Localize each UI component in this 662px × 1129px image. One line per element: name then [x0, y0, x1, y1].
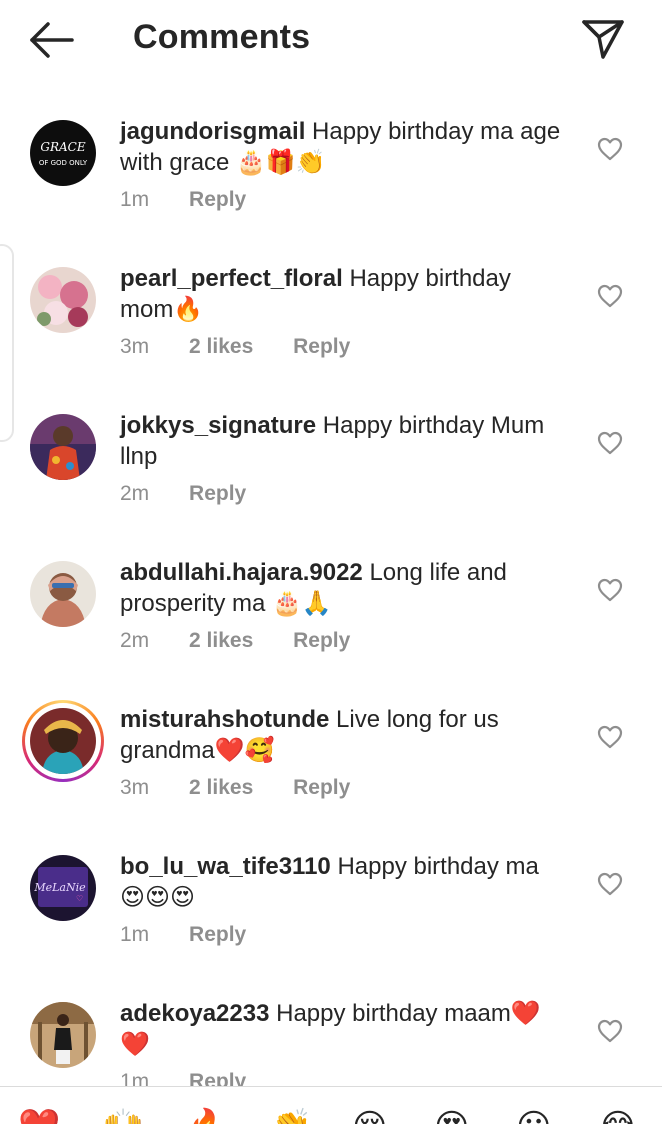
reaction-clapping-hands[interactable]: 👏 — [270, 1107, 312, 1124]
avatar-image — [30, 561, 96, 627]
reply-button[interactable]: Reply — [189, 482, 246, 505]
like-comment-button[interactable] — [597, 578, 623, 602]
avatar-logo-text: MeLaNie — [33, 881, 86, 894]
avatar[interactable] — [30, 414, 96, 480]
reply-button[interactable]: Reply — [293, 776, 350, 799]
comment-time: 2m — [120, 629, 150, 652]
avatar-image: MeLaNie ♡ — [30, 855, 96, 921]
heart-outline-icon — [597, 578, 623, 602]
comment-text: bo_lu_wa_tife3110 Happy birthday ma 😍😍😍 — [120, 851, 570, 913]
comment-time: 2m — [120, 482, 150, 505]
reply-button[interactable]: Reply — [293, 629, 350, 652]
like-comment-button[interactable] — [597, 872, 623, 896]
comment-username[interactable]: misturahshotunde — [120, 706, 329, 733]
comment-time: 3m — [120, 335, 150, 358]
comment-meta: 1m Reply — [120, 188, 280, 212]
comment-username[interactable]: pearl_perfect_floral — [120, 265, 343, 292]
comment-item: GRACE OF GOD ONLY jagundorisgmail Happy … — [0, 100, 662, 247]
comment-username[interactable]: abdullahi.hajara.9022 — [120, 559, 363, 586]
paper-plane-icon — [582, 20, 624, 59]
reaction-raising-hands[interactable]: 🙌 — [102, 1107, 144, 1124]
avatar[interactable] — [30, 561, 96, 627]
like-comment-button[interactable] — [597, 431, 623, 455]
comment-text: pearl_perfect_floral Happy birthday mom🔥 — [120, 263, 570, 325]
comment-time: 1m — [120, 923, 150, 946]
page-title: Comments — [133, 18, 311, 56]
comment-item: misturahshotunde Live long for us grandm… — [0, 688, 662, 835]
comment-time: 3m — [120, 776, 150, 799]
comment-item: abdullahi.hajara.9022 Long life and pros… — [0, 541, 662, 688]
heart-outline-icon — [597, 137, 623, 161]
avatar-image — [30, 708, 96, 774]
reaction-surprised-face[interactable]: 😮 — [516, 1107, 551, 1124]
comment-likes[interactable]: 2 likes — [189, 335, 253, 358]
reply-button[interactable]: Reply — [189, 923, 246, 946]
comment-text: jagundorisgmail Happy birthday ma age wi… — [120, 116, 570, 178]
like-comment-button[interactable] — [597, 1019, 623, 1043]
comment-meta: 3m 2 likes Reply — [120, 335, 384, 359]
comment-item: MeLaNie ♡ bo_lu_wa_tife3110 Happy birthd… — [0, 835, 662, 982]
comment-likes[interactable]: 2 likes — [189, 629, 253, 652]
comment-text: adekoya2233 Happy birthday maam❤️❤️ — [120, 998, 570, 1060]
comment-item: jokkys_signature Happy birthday Mum llnp… — [0, 394, 662, 541]
avatar-logo-subtext: OF GOD ONLY — [39, 159, 88, 167]
reaction-crying-face[interactable]: 😢 — [352, 1107, 387, 1124]
avatar-image — [30, 267, 96, 333]
avatar[interactable]: MeLaNie ♡ — [30, 855, 96, 921]
avatar-image: GRACE OF GOD ONLY — [30, 120, 96, 186]
comment-meta: 2m 2 likes Reply — [120, 629, 384, 653]
comment-meta: 2m Reply — [120, 482, 280, 506]
reply-button[interactable]: Reply — [189, 188, 246, 211]
reaction-laughing-face[interactable]: 😂 — [598, 1107, 638, 1124]
share-button[interactable] — [580, 18, 626, 60]
comment-text: misturahshotunde Live long for us grandm… — [120, 704, 570, 766]
avatar-logo-text: GRACE — [40, 140, 85, 154]
back-button[interactable] — [28, 20, 76, 60]
comment-likes[interactable]: 2 likes — [189, 776, 253, 799]
avatar[interactable] — [30, 1002, 96, 1068]
reply-button[interactable]: Reply — [293, 335, 350, 358]
comment-username[interactable]: bo_lu_wa_tife3110 — [120, 853, 331, 880]
comment-username[interactable]: adekoya2233 — [120, 1000, 269, 1027]
comment-meta: 1m Reply — [120, 923, 280, 947]
comment-username[interactable]: jagundorisgmail — [120, 118, 305, 145]
avatar-image — [30, 414, 96, 480]
avatar[interactable] — [30, 267, 96, 333]
comment-item: pearl_perfect_floral Happy birthday mom🔥… — [0, 247, 662, 394]
heart-outline-icon — [597, 725, 623, 749]
heart-outline-icon — [597, 872, 623, 896]
avatar[interactable] — [30, 708, 96, 774]
heart-outline-icon — [597, 431, 623, 455]
like-comment-button[interactable] — [597, 284, 623, 308]
comments-header: Comments — [0, 0, 662, 82]
quick-reactions-bar: ❤️ 🙌 🔥 👏 😢 😍 😮 😂 — [0, 1086, 662, 1124]
reaction-heart-eyes[interactable]: 😍 — [434, 1107, 469, 1124]
heart-outline-icon — [597, 1019, 623, 1043]
reaction-red-heart[interactable]: ❤️ — [18, 1107, 60, 1124]
like-comment-button[interactable] — [597, 137, 623, 161]
svg-text:♡: ♡ — [76, 894, 83, 903]
comment-text: jokkys_signature Happy birthday Mum llnp — [120, 410, 570, 472]
comment-text: abdullahi.hajara.9022 Long life and pros… — [120, 557, 570, 619]
like-comment-button[interactable] — [597, 725, 623, 749]
comment-meta: 3m 2 likes Reply — [120, 776, 384, 800]
reaction-fire[interactable]: 🔥 — [186, 1107, 228, 1124]
avatar[interactable]: GRACE OF GOD ONLY — [30, 120, 96, 186]
heart-outline-icon — [597, 284, 623, 308]
avatar-image — [30, 1002, 96, 1068]
comment-time: 1m — [120, 188, 150, 211]
back-arrow-icon — [30, 22, 74, 58]
comment-username[interactable]: jokkys_signature — [120, 412, 316, 439]
